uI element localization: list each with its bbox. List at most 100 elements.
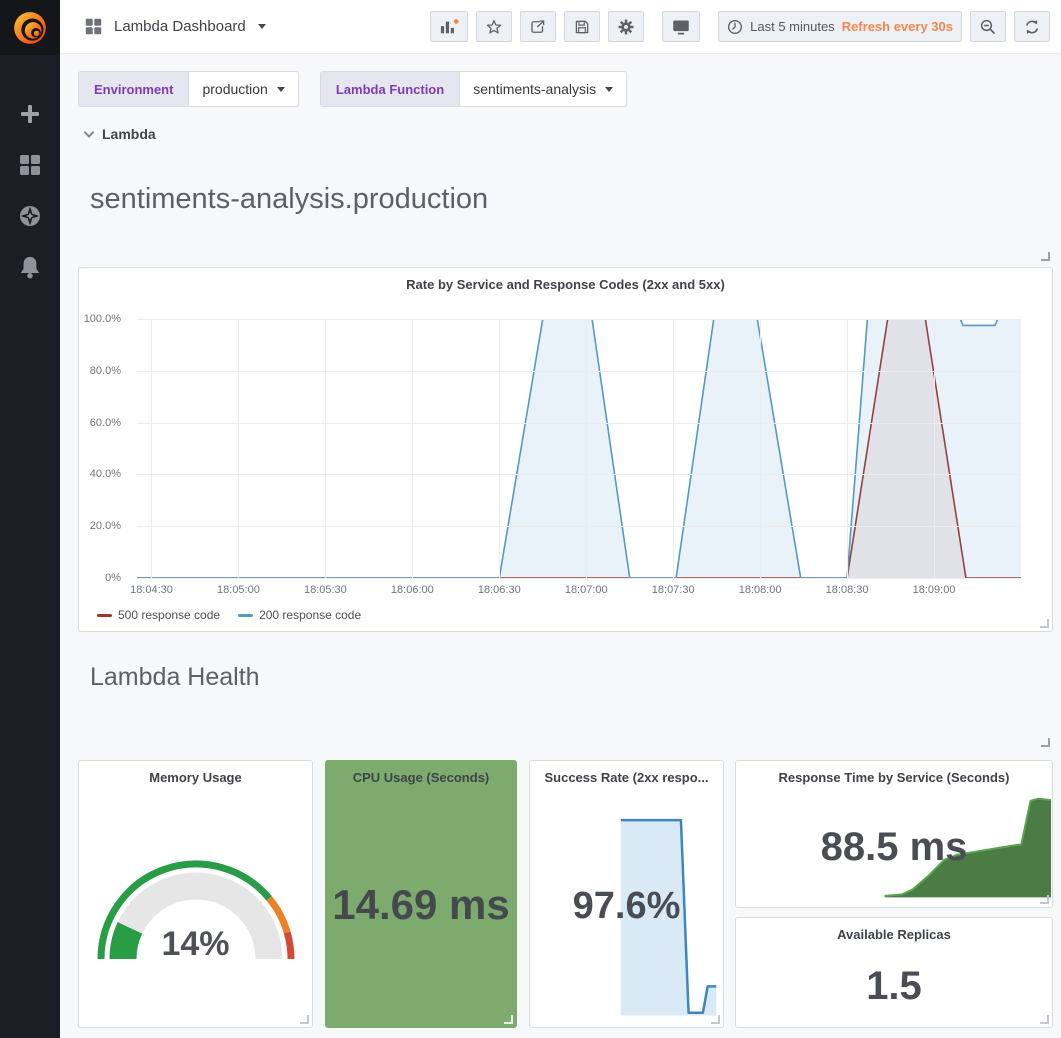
grafana-logo[interactable] (0, 0, 60, 55)
replicas-panel-title[interactable]: Available Replicas (736, 918, 1052, 942)
top-navbar: Lambda Dashboard (60, 0, 1061, 54)
y-tick-label: 40.0% (90, 468, 121, 480)
chart-y-axis: 100.0%80.0%60.0%40.0%20.0%0% (79, 319, 129, 578)
filter-lambda-function-dropdown[interactable]: sentiments-analysis (459, 72, 626, 106)
section-heading-text: Lambda Health (90, 663, 260, 692)
legend-item[interactable]: 500 response code (97, 608, 220, 622)
star-icon (485, 18, 503, 36)
toolbar: Last 5 minutes Refresh every 30s (430, 11, 1050, 42)
row-resize-handle[interactable] (1041, 738, 1050, 747)
caret-down-icon (258, 24, 266, 29)
panel-resize-handle[interactable] (1040, 895, 1049, 904)
x-tick-label: 18:04:30 (130, 584, 173, 596)
x-tick-label: 18:08:30 (826, 584, 869, 596)
filter-lambda-function-label: Lambda Function (321, 72, 459, 106)
caret-down-icon (605, 87, 613, 92)
response-value: 88.5 ms (736, 825, 1052, 870)
plus-icon (20, 104, 40, 124)
success-panel-title[interactable]: Success Rate (2xx respo... (530, 761, 723, 785)
sidebar-item-explore[interactable] (17, 203, 43, 229)
chevron-down-icon (84, 131, 94, 138)
add-panel-button[interactable] (430, 11, 468, 42)
sidebar-item-alerting[interactable] (17, 254, 43, 280)
chart-panel: Rate by Service and Response Codes (2xx … (78, 267, 1053, 632)
zoom-out-button[interactable] (970, 11, 1006, 42)
available-replicas-panel: Available Replicas 1.5 (735, 917, 1053, 1028)
save-button[interactable] (564, 11, 600, 42)
response-panel-title[interactable]: Response Time by Service (Seconds) (736, 761, 1052, 785)
panel-resize-handle[interactable] (504, 1015, 513, 1024)
row-toggle-lambda[interactable]: Lambda (84, 126, 156, 142)
row-title: Lambda (102, 126, 156, 142)
row-resize-handle[interactable] (1041, 252, 1050, 261)
grafana-flame-icon (11, 9, 49, 47)
time-range-label: Last 5 minutes (750, 19, 835, 34)
y-tick-label: 60.0% (90, 417, 121, 429)
clock-icon (727, 19, 743, 35)
share-button[interactable] (520, 11, 556, 42)
zoom-out-icon (979, 18, 997, 36)
dashboards-grid-icon (19, 154, 41, 176)
cpu-usage-panel: CPU Usage (Seconds) 14.69 ms (325, 760, 517, 1028)
time-range-button[interactable]: Last 5 minutes Refresh every 30s (718, 11, 962, 42)
cpu-value: 14.69 ms (326, 881, 516, 929)
filter-environment-label: Environment (79, 72, 188, 106)
legend-item[interactable]: 200 response code (238, 608, 361, 622)
x-tick-label: 18:06:00 (391, 584, 434, 596)
sidebar-item-create[interactable] (17, 101, 43, 127)
success-rate-panel: Success Rate (2xx respo... 97.6% (529, 760, 724, 1028)
add-panel-icon (439, 18, 459, 36)
y-tick-label: 20.0% (90, 520, 121, 532)
x-tick-label: 18:07:30 (652, 584, 695, 596)
x-tick-label: 18:05:30 (304, 584, 347, 596)
panel-resize-handle[interactable] (300, 1015, 309, 1024)
x-tick-label: 18:09:00 (913, 584, 956, 596)
refresh-icon (1023, 18, 1041, 36)
x-tick-label: 18:05:00 (217, 584, 260, 596)
legend-swatch (238, 614, 253, 617)
panel-resize-handle[interactable] (1040, 1015, 1049, 1024)
sidebar (0, 0, 60, 1038)
replicas-value: 1.5 (736, 964, 1052, 1009)
tv-mode-button[interactable] (662, 11, 700, 42)
chart-panel-title[interactable]: Rate by Service and Response Codes (2xx … (79, 268, 1052, 292)
dashboard-title-group[interactable]: Lambda Dashboard (85, 0, 266, 53)
alerting-bell-icon (19, 255, 41, 279)
panel-resize-handle[interactable] (711, 1015, 720, 1024)
filter-environment-dropdown[interactable]: production (188, 72, 297, 106)
share-icon (529, 18, 547, 36)
sidebar-item-dashboards[interactable] (17, 152, 43, 178)
grafana-dashboard: Lambda Dashboard (0, 0, 1061, 1038)
filter-environment: Environment production (78, 71, 299, 107)
star-button[interactable] (476, 11, 512, 42)
success-value: 97.6% (530, 885, 723, 928)
settings-gear-icon (617, 18, 635, 36)
x-tick-label: 18:08:00 (739, 584, 782, 596)
dashboard-title: Lambda Dashboard (114, 18, 246, 35)
cpu-panel-title[interactable]: CPU Usage (Seconds) (326, 761, 516, 785)
filter-lambda-function-value: sentiments-analysis (473, 81, 596, 97)
response-time-panel: Response Time by Service (Seconds) 88.5 … (735, 760, 1053, 908)
save-icon (573, 18, 591, 36)
dashboard-grid-icon (85, 18, 102, 35)
panel-resize-handle[interactable] (1040, 619, 1049, 628)
filter-lambda-function: Lambda Function sentiments-analysis (320, 71, 627, 107)
settings-button[interactable] (608, 11, 644, 42)
x-tick-label: 18:06:30 (478, 584, 521, 596)
chart-x-axis: 18:04:3018:05:0018:05:3018:06:0018:06:30… (137, 584, 1021, 599)
template-variables-row: Environment production Lambda Function s… (78, 71, 627, 107)
legend-label: 500 response code (118, 608, 220, 622)
memory-panel-title[interactable]: Memory Usage (79, 761, 312, 785)
caret-down-icon (277, 87, 285, 92)
memory-gauge-value: 14% (79, 925, 312, 964)
y-tick-label: 100.0% (84, 313, 121, 325)
tv-mode-icon (671, 18, 691, 36)
explore-compass-icon (18, 204, 42, 228)
chart-series-svg (137, 319, 1021, 578)
refresh-button[interactable] (1014, 11, 1050, 42)
filter-environment-value: production (202, 81, 267, 97)
y-tick-label: 80.0% (90, 365, 121, 377)
memory-usage-panel: Memory Usage 14% (78, 760, 313, 1028)
legend-label: 200 response code (259, 608, 361, 622)
chart-plot[interactable] (137, 319, 1021, 578)
